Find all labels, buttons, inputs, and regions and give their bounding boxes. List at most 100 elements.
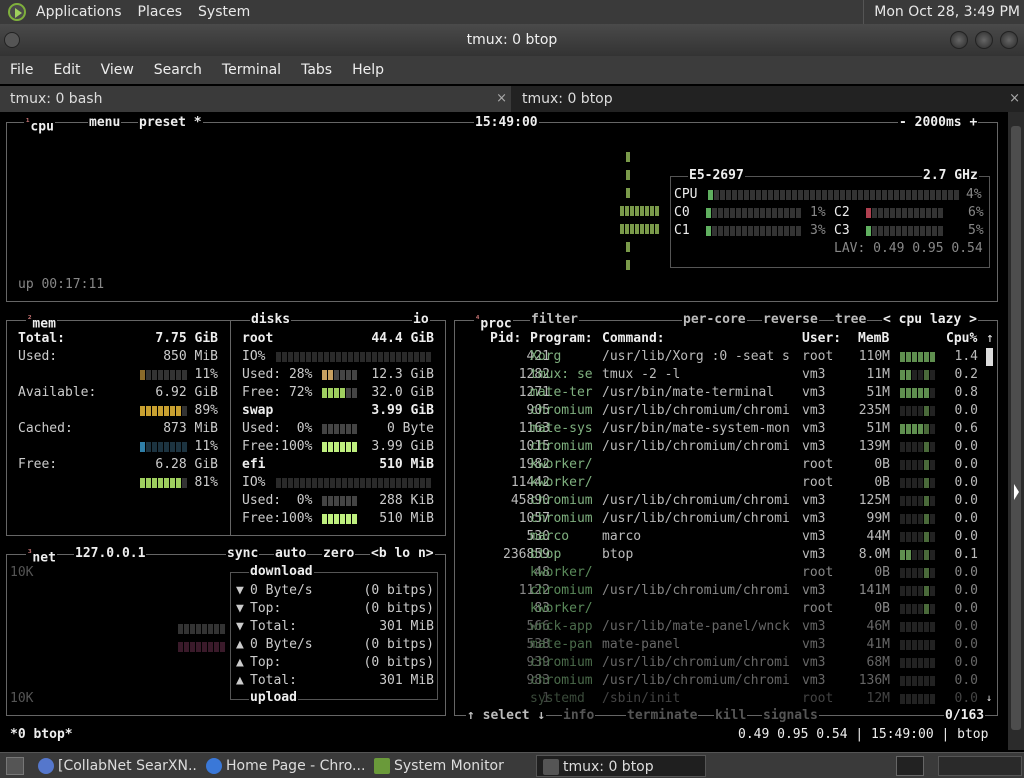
meter-cell	[906, 532, 911, 542]
panel-clock[interactable]: Mon Oct 28, 3:49 PM	[863, 0, 1020, 24]
meter-cell	[870, 190, 875, 200]
taskbar-item-chromium[interactable]: Home Page - Chro...	[200, 755, 366, 777]
meter-cell	[276, 352, 281, 362]
col-command[interactable]: Command:	[602, 330, 665, 348]
meter-cell	[866, 226, 871, 236]
tab-btop[interactable]: tmux: 0 btop ×	[512, 86, 1024, 112]
core-pct: 6%	[968, 205, 984, 220]
taskbar-item-system-monitor[interactable]: System Monitor	[368, 755, 534, 777]
scroll-up-icon[interactable]: ↑	[986, 330, 994, 348]
meter-cell	[906, 658, 911, 668]
mate-logo-icon[interactable]	[8, 3, 26, 21]
menu-file[interactable]: File	[0, 62, 43, 78]
io-toggle[interactable]: io	[412, 312, 430, 328]
col-user[interactable]: User:	[802, 330, 841, 348]
menu-search[interactable]: Search	[144, 62, 212, 78]
meter-cell	[930, 550, 935, 560]
maximize-icon[interactable]	[975, 31, 993, 49]
meter-cell	[924, 550, 929, 560]
menu-edit[interactable]: Edit	[43, 62, 90, 78]
workspace-switcher[interactable]	[896, 756, 924, 776]
scrollbar-thumb[interactable]	[1011, 126, 1021, 730]
meter-cell	[626, 188, 630, 198]
meter-cell	[146, 406, 151, 416]
menu-terminal[interactable]: Terminal	[212, 62, 291, 78]
net-sync-toggle[interactable]: sync	[226, 546, 260, 562]
tab-close-icon[interactable]: ×	[1009, 86, 1020, 112]
proc-kill-button[interactable]: kill	[714, 708, 748, 724]
proc-info-button[interactable]: info	[562, 708, 596, 724]
net-zero-toggle[interactable]: zero	[322, 546, 356, 562]
proc-terminate-button[interactable]: terminate	[626, 708, 699, 724]
places-menu[interactable]: Places	[132, 0, 189, 24]
close-icon[interactable]	[1000, 31, 1018, 49]
col-memb[interactable]: MemB	[858, 330, 889, 348]
net-arrow-icon: ▼	[236, 583, 244, 598]
tab-bash[interactable]: tmux: 0 bash ×	[0, 86, 512, 112]
mem-free-value: 6.28 GiB	[155, 457, 218, 472]
meter-cell	[334, 424, 339, 434]
meter-cell	[176, 406, 181, 416]
meter-cell	[896, 226, 901, 236]
meter-cell	[906, 640, 911, 650]
taskbar-item-terminal[interactable]: tmux: 0 btop	[536, 755, 706, 777]
col-cpu[interactable]: Cpu%	[946, 330, 977, 348]
mem-box-title[interactable]: ²mem	[26, 312, 57, 331]
meter-cell	[282, 478, 287, 488]
applications-menu[interactable]: Applications	[30, 0, 128, 24]
cpu-box-title[interactable]: ¹cpu	[24, 115, 55, 134]
system-menu[interactable]: System	[192, 0, 256, 24]
menu-view[interactable]: View	[91, 62, 144, 78]
cpu-update-interval[interactable]: - 2000ms +	[898, 115, 979, 131]
proc-filter[interactable]: filter	[530, 312, 579, 328]
terminal-area[interactable]: ¹cpu menu preset * 15:49:00 - 2000ms + u…	[0, 112, 1008, 750]
proc-select-nav[interactable]: ↑ select ↓	[466, 708, 547, 724]
proc-cpu-graph	[900, 550, 935, 560]
net-interface-nav[interactable]: <b lo n>	[370, 546, 435, 562]
proc-command: /usr/lib/chromium/chromi	[602, 511, 790, 526]
minimize-icon[interactable]	[950, 31, 968, 49]
net-auto-toggle[interactable]: auto	[274, 546, 308, 562]
terminal-scrollbar[interactable]	[1008, 112, 1024, 750]
meter-cell	[900, 676, 905, 686]
proc-user: vm3	[802, 403, 826, 418]
cpu-preset-label[interactable]: preset *	[138, 115, 203, 131]
scroll-down-icon[interactable]: ↓	[986, 690, 992, 708]
proc-tree-toggle[interactable]: tree	[834, 312, 868, 328]
taskbar-item-searxng[interactable]: [CollabNet SearXN...	[32, 755, 198, 777]
window-menu-icon[interactable]	[4, 32, 20, 48]
workspace-switcher-empty[interactable]	[938, 756, 1022, 776]
meter-cell	[930, 478, 935, 488]
proc-box-title[interactable]: ⁴proc	[474, 312, 513, 331]
meter-cell	[360, 352, 365, 362]
disk-root-name: root	[242, 331, 274, 346]
tab-close-icon[interactable]: ×	[496, 86, 507, 112]
meter-cell	[288, 478, 293, 488]
proc-user: vm3	[802, 547, 826, 562]
col-program[interactable]: Program:	[530, 330, 593, 348]
window-titlebar[interactable]: tmux: 0 btop	[0, 24, 1024, 56]
menu-tabs[interactable]: Tabs	[291, 62, 342, 78]
meter-cell	[318, 352, 323, 362]
proc-cpu: 0.8	[954, 385, 978, 400]
col-pid[interactable]: Pid:	[490, 330, 521, 348]
proc-signals-button[interactable]: signals	[762, 708, 819, 724]
disks-title[interactable]: disks	[250, 312, 292, 328]
tmux-window-list[interactable]: *0 btop*	[10, 726, 73, 744]
proc-user: vm3	[802, 655, 826, 670]
mem-free-label: Free:	[18, 457, 58, 472]
proc-sort-selector[interactable]: < cpu lazy >	[882, 312, 978, 328]
proc-per-core-toggle[interactable]: per-core	[682, 312, 747, 328]
meter-cell	[620, 206, 624, 216]
show-desktop-icon[interactable]	[6, 757, 24, 775]
meter-cell	[408, 352, 413, 362]
cpu-menu-label[interactable]: menu	[88, 115, 122, 131]
meter-cell	[328, 514, 333, 524]
net-box-title[interactable]: ³net	[26, 546, 57, 565]
proc-reverse-toggle[interactable]: reverse	[762, 312, 819, 328]
proc-scrollbar-thumb[interactable]	[986, 348, 993, 366]
menu-help[interactable]: Help	[342, 62, 394, 78]
meter-cell	[348, 478, 353, 488]
net-row-value: (0 bitps)	[363, 583, 434, 598]
meter-cell	[924, 586, 929, 596]
